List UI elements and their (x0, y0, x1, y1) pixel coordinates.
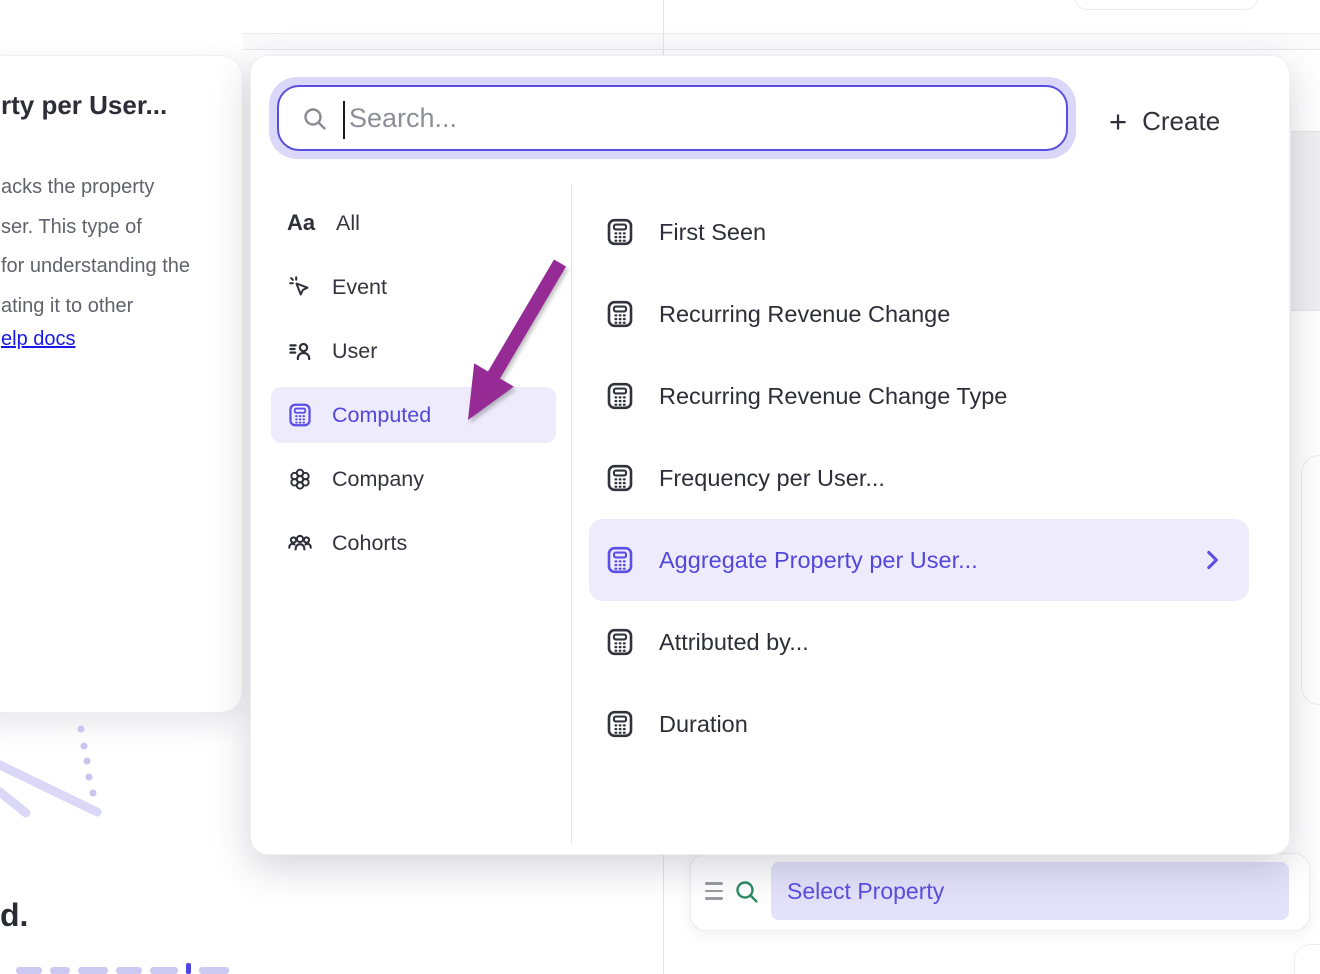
clipped-heading-text: d. (0, 897, 28, 934)
property-attributed-by[interactable]: Attributed by... (589, 601, 1249, 683)
background-toolbar-band (243, 33, 1320, 50)
tooltip-body-line: ser. This type of (1, 208, 190, 248)
user-list-icon (287, 338, 313, 364)
property-picker-modal: + Create Aa All Event User Computed (250, 55, 1290, 855)
calculator-icon (605, 299, 635, 329)
property-first-seen[interactable]: First Seen (589, 191, 1249, 273)
category-all[interactable]: Aa All (271, 195, 556, 251)
search-box-glow (269, 77, 1076, 159)
property-label: Frequency per User... (659, 465, 885, 492)
property-frequency-per-user[interactable]: Frequency per User... (589, 437, 1249, 519)
background-card-edge (1301, 455, 1320, 705)
property-aggregate-property-per-user[interactable]: Aggregate Property per User... (589, 519, 1249, 601)
background-grey-block (1291, 131, 1320, 311)
chevron-right-icon (1199, 547, 1225, 573)
tooltip-body: acks the property ser. This type of for … (1, 168, 190, 326)
cursor-click-icon (287, 274, 313, 300)
property-label: Recurring Revenue Change (659, 301, 950, 328)
property-label: First Seen (659, 219, 766, 246)
calculator-icon (605, 217, 635, 247)
select-property-label: Select Property (787, 878, 944, 905)
search-icon (301, 105, 329, 133)
property-tooltip-card: rty per User... acks the property ser. T… (0, 55, 243, 713)
text-caret (343, 101, 345, 139)
tooltip-body-line: for understanding the (1, 247, 190, 287)
text-aa-icon: Aa (287, 210, 317, 236)
create-button[interactable]: + Create (1109, 102, 1220, 140)
calculator-icon (605, 627, 635, 657)
calculator-icon (605, 463, 635, 493)
calculator-icon (605, 545, 635, 575)
calculator-icon (287, 402, 313, 428)
tooltip-body-line: acks the property (1, 168, 190, 208)
calculator-icon (605, 381, 635, 411)
property-label: Aggregate Property per User... (659, 547, 978, 574)
tooltip-body-line: ating it to other (1, 287, 190, 327)
company-cluster-icon (287, 466, 313, 492)
cohorts-people-icon (287, 530, 313, 556)
screen: rty per User... acks the property ser. T… (0, 0, 1320, 974)
property-duration[interactable]: Duration (589, 683, 1249, 765)
tooltip-title: rty per User... (1, 90, 167, 121)
create-button-label: Create (1142, 106, 1220, 137)
property-list: First Seen Recurring Revenue Change Recu… (589, 191, 1249, 765)
calculator-icon (605, 709, 635, 739)
property-recurring-revenue-change-type[interactable]: Recurring Revenue Change Type (589, 355, 1249, 437)
category-label: Cohorts (332, 531, 407, 556)
category-company[interactable]: Company (271, 451, 556, 507)
property-label: Attributed by... (659, 629, 809, 656)
select-property-button[interactable]: Select Property (771, 862, 1289, 920)
background-card-edge (1294, 944, 1320, 974)
property-label: Duration (659, 711, 748, 738)
category-label: Computed (332, 403, 431, 428)
category-list: Aa All Event User Computed Company Co (271, 195, 556, 571)
clipped-purple-text (16, 963, 236, 974)
background-button-outline (1075, 0, 1258, 10)
column-divider (571, 184, 572, 844)
property-recurring-revenue-change[interactable]: Recurring Revenue Change (589, 273, 1249, 355)
property-label: Recurring Revenue Change Type (659, 383, 1007, 410)
category-label: Company (332, 467, 424, 492)
category-label: All (336, 211, 360, 236)
search-box (277, 85, 1068, 151)
category-label: Event (332, 275, 387, 300)
search-icon (733, 878, 761, 906)
category-computed[interactable]: Computed (271, 387, 556, 443)
category-event[interactable]: Event (271, 259, 556, 315)
query-builder-row: Select Property (690, 853, 1310, 931)
drag-handle-icon[interactable] (705, 882, 723, 904)
category-user[interactable]: User (271, 323, 556, 379)
category-label: User (332, 339, 377, 364)
help-docs-link[interactable]: elp docs (1, 328, 76, 351)
category-cohorts[interactable]: Cohorts (271, 515, 556, 571)
search-input[interactable] (279, 87, 1066, 149)
plus-icon: + (1109, 106, 1127, 137)
